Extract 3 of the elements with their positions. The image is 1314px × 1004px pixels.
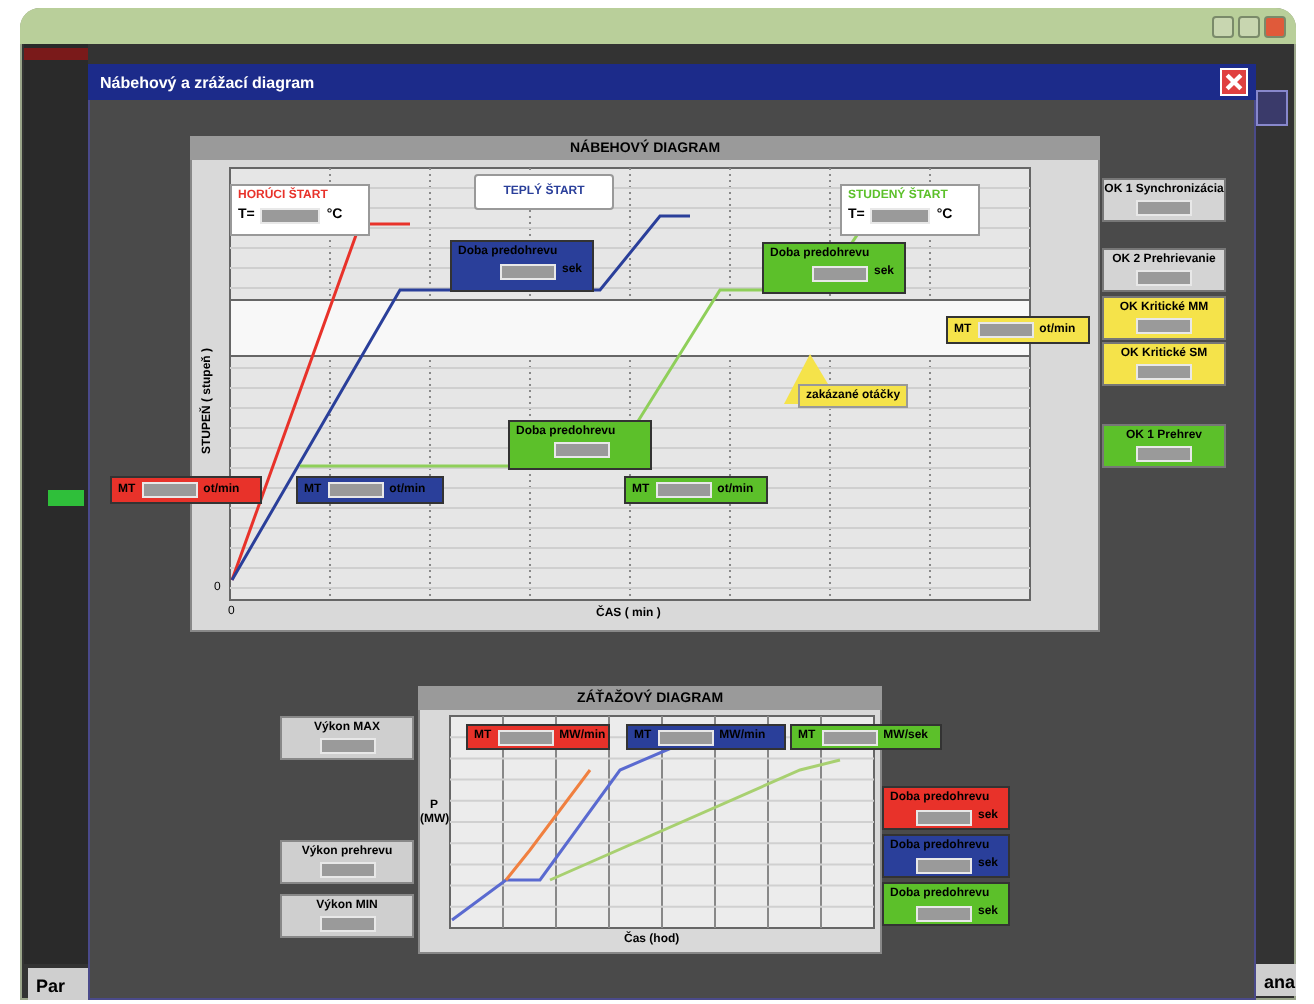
footer-button[interactable]: Par [28, 968, 88, 1000]
dialog-title-bar: Nábehový a zrážací diagram [88, 64, 1256, 100]
footer-button[interactable]: ana [1252, 964, 1296, 996]
